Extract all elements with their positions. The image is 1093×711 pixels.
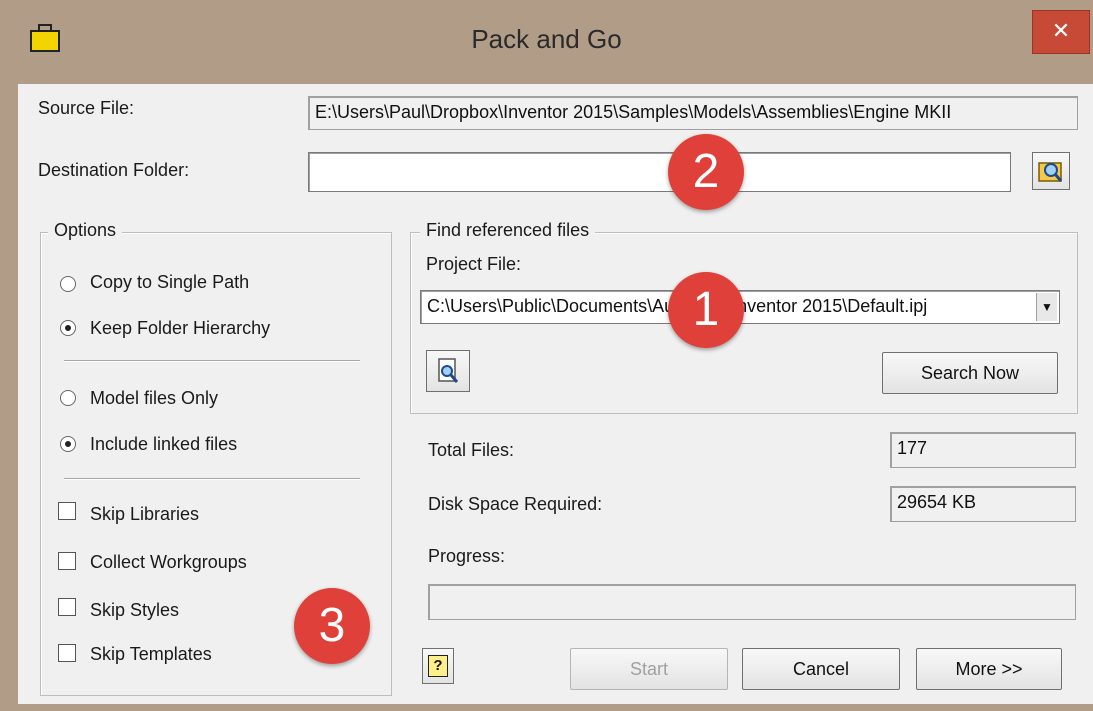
help-button[interactable]: ?	[422, 648, 454, 684]
skip-templates-checkbox[interactable]	[58, 644, 76, 662]
options-group-title: Options	[48, 220, 123, 241]
annotation-badge-3: 3	[294, 588, 370, 664]
window-title: Pack and Go	[471, 24, 622, 54]
title-bar: Pack and Go ✕	[0, 0, 1093, 84]
options-separator-2	[64, 478, 360, 480]
total-files-value: 177	[890, 432, 1076, 468]
collect-workgroups-label: Collect Workgroups	[90, 552, 247, 572]
destination-folder-input[interactable]	[308, 152, 1011, 192]
model-files-only-label: Model files Only	[90, 388, 219, 408]
find-referenced-files-title: Find referenced files	[420, 220, 596, 241]
chevron-down-icon[interactable]: ▼	[1036, 293, 1057, 321]
skip-libraries-label: Skip Libraries	[90, 504, 200, 524]
dialog-body: Source File: E:\Users\Paul\Dropbox\Inven…	[18, 84, 1093, 704]
copy-single-path-label: Copy to Single Path	[90, 272, 250, 292]
folder-search-icon	[1038, 162, 1063, 182]
total-files-label: Total Files:	[428, 440, 515, 460]
skip-styles-label: Skip Styles	[90, 600, 180, 620]
source-file-label: Source File:	[38, 98, 135, 118]
model-files-only-radio[interactable]	[60, 390, 76, 406]
include-linked-files-radio[interactable]	[60, 436, 76, 452]
options-separator-1	[64, 360, 360, 362]
document-search-icon	[438, 358, 459, 383]
annotation-badge-1: 1	[668, 272, 744, 348]
progress-label: Progress:	[428, 546, 506, 566]
close-button[interactable]: ✕	[1032, 10, 1090, 54]
help-icon: ?	[428, 655, 448, 677]
project-file-label: Project File:	[426, 254, 522, 274]
window-frame: Pack and Go ✕ Source File: E:\Users\Paul…	[0, 0, 1093, 711]
keep-folder-hierarchy-label: Keep Folder Hierarchy	[90, 318, 271, 338]
browse-folder-button[interactable]	[1032, 152, 1070, 190]
browse-project-button[interactable]	[426, 350, 470, 392]
keep-folder-hierarchy-radio[interactable]	[60, 320, 76, 336]
annotation-badge-2: 2	[668, 134, 744, 210]
include-linked-files-label: Include linked files	[90, 434, 238, 454]
skip-templates-label: Skip Templates	[90, 644, 212, 664]
cancel-button[interactable]: Cancel	[742, 648, 900, 690]
copy-single-path-radio[interactable]	[60, 276, 76, 292]
disk-space-value: 29654 KB	[890, 486, 1076, 522]
progress-bar	[428, 584, 1076, 620]
more-button[interactable]: More >>	[916, 648, 1062, 690]
disk-space-label: Disk Space Required:	[428, 494, 603, 514]
skip-libraries-checkbox[interactable]	[58, 502, 76, 520]
start-button[interactable]: Start	[570, 648, 728, 690]
skip-styles-checkbox[interactable]	[58, 598, 76, 616]
destination-folder-label: Destination Folder:	[38, 160, 190, 180]
search-now-button[interactable]: Search Now	[882, 352, 1058, 394]
source-file-field: E:\Users\Paul\Dropbox\Inventor 2015\Samp…	[308, 96, 1078, 130]
collect-workgroups-checkbox[interactable]	[58, 552, 76, 570]
